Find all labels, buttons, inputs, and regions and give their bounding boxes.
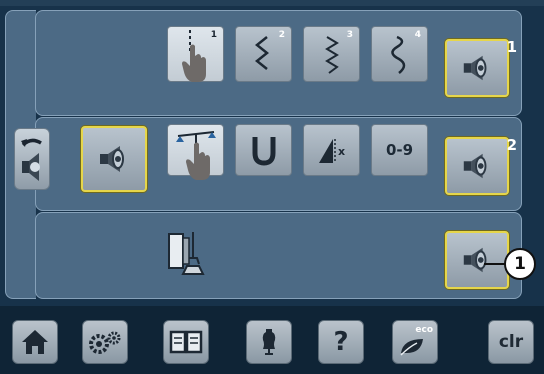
stitch-number-2: 2 [278, 30, 285, 40]
eco-button[interactable]: eco [392, 320, 438, 364]
dress-form-icon [262, 329, 276, 355]
top-border [0, 0, 544, 6]
presser-foot-sound-toggle[interactable] [445, 231, 509, 289]
balance-touch-icon [175, 131, 216, 180]
stitch-sound-toggle[interactable]: 1 [445, 38, 517, 97]
straight-stitch-button[interactable]: 1 [167, 26, 224, 82]
speaker-icon [463, 55, 487, 81]
back-speaker-icon [21, 138, 42, 181]
speaker-icon [463, 247, 487, 273]
stitch-number-3: 3 [346, 30, 353, 40]
zigzag-stitch-2-button[interactable]: 2 [235, 26, 292, 82]
mirror-x-icon: x [318, 139, 345, 163]
eco-label: eco [415, 325, 433, 335]
digits-button[interactable]: 0-9 [371, 124, 428, 176]
creative-consultant-button[interactable] [246, 320, 292, 364]
svg-text:x: x [338, 145, 345, 158]
function-sound-toggle[interactable]: 2 [445, 136, 517, 195]
serpentine-stitch-icon [390, 35, 405, 74]
book-icon [169, 330, 203, 354]
help-label: ? [333, 327, 349, 357]
zigzag-narrow-icon [254, 36, 269, 70]
eco-leaf-icon: eco [397, 325, 433, 357]
home-icon [22, 330, 48, 354]
presser-foot-icon [165, 228, 205, 278]
sound-settings-screen: 1 2 3 4 1 x 0-9 2 1 ? eco clr [0, 0, 544, 374]
zigzag-triple-icon [324, 36, 339, 74]
zigzag-stitch-3-button[interactable]: 3 [303, 26, 360, 82]
stitch-number-1: 1 [210, 30, 217, 40]
digits-label: 0-9 [385, 141, 414, 159]
speaker-icon [463, 153, 487, 179]
mirror-image-button[interactable]: x [303, 124, 360, 176]
stitch-number-4: 4 [414, 30, 421, 40]
clear-label: clr [498, 332, 524, 352]
clear-button[interactable]: clr [488, 320, 534, 364]
zigzag-stitch-4-button[interactable]: 4 [371, 26, 428, 82]
straight-stitch-touch-icon [181, 30, 206, 82]
help-button[interactable]: ? [318, 320, 364, 364]
balance-button[interactable] [167, 124, 224, 180]
back-sound-button[interactable] [14, 128, 50, 190]
function-sound-number: 2 [506, 136, 517, 154]
general-sound-toggle[interactable] [81, 126, 147, 192]
tutorial-button[interactable] [163, 320, 209, 364]
u-turn-icon [252, 137, 275, 166]
pattern-begin-button[interactable] [235, 124, 292, 176]
gears-icon [89, 331, 121, 354]
stitch-sound-number: 1 [506, 38, 517, 56]
setup-button[interactable] [82, 320, 128, 364]
callout-leader [484, 263, 505, 265]
callout-number: 1 [504, 248, 536, 280]
home-button[interactable] [12, 320, 58, 364]
speaker-icon [100, 146, 124, 172]
